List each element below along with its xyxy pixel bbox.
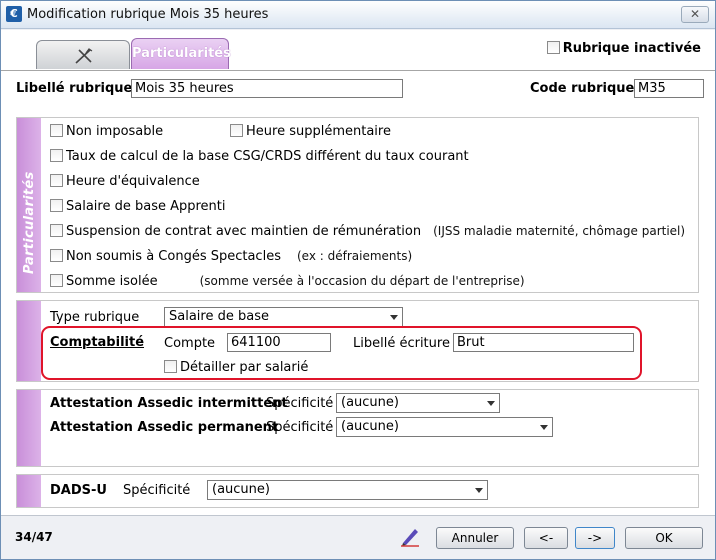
dads-value: (aucune) xyxy=(212,482,270,497)
tab-general[interactable] xyxy=(36,40,130,69)
main-panel: Libellé rubrique Mois 35 heures Code rub… xyxy=(1,70,715,515)
pencil-icon[interactable] xyxy=(399,525,421,547)
checkbox-note: (ex : défraiements) xyxy=(296,249,413,263)
chevron-down-icon xyxy=(487,401,495,406)
previous-button[interactable]: <- xyxy=(524,527,568,549)
checkbox-box[interactable] xyxy=(50,274,63,287)
checkbox-box[interactable] xyxy=(50,124,63,137)
suspension-contrat-checkbox[interactable]: Suspension de contrat avec maintien de r… xyxy=(50,224,685,239)
dialog-window: € Modification rubrique Mois 35 heures ✕… xyxy=(0,0,716,560)
assedic-intermittent-specificite-label: Spécificité xyxy=(266,396,334,411)
chevron-down-icon xyxy=(475,488,483,493)
pen-tools-icon xyxy=(75,48,93,64)
ok-button[interactable]: OK xyxy=(625,527,703,549)
comptabilite-highlight xyxy=(41,326,642,380)
dads-specificite-label: Spécificité xyxy=(123,483,191,498)
checkbox-label: Heure d'équivalence xyxy=(66,174,200,189)
assedic-permanent-specificite-label: Spécificité xyxy=(266,420,334,435)
assedic-intermittent-select[interactable]: (aucune) xyxy=(336,393,500,413)
non-soumis-conges-checkbox[interactable]: Non soumis à Congés Spectacles (ex : défr… xyxy=(50,249,412,264)
window-title: Modification rubrique Mois 35 heures xyxy=(27,7,269,22)
checkbox-box[interactable] xyxy=(50,224,63,237)
checkbox-label: Suspension de contrat avec maintien de r… xyxy=(66,224,422,239)
tab-particularites[interactable]: Particularités xyxy=(131,38,231,69)
checkbox-label: Somme isolée xyxy=(66,274,158,289)
particularites-section: Particularités Non imposable Heure suppl… xyxy=(16,117,699,293)
section-side-stripe xyxy=(17,475,41,507)
close-button[interactable]: ✕ xyxy=(681,6,709,23)
section-side-stripe xyxy=(17,301,41,381)
checkbox-box[interactable] xyxy=(50,199,63,212)
dads-select[interactable]: (aucune) xyxy=(207,480,488,500)
assedic-permanent-value: (aucune) xyxy=(341,419,399,434)
type-rubrique-label: Type rubrique xyxy=(50,310,140,325)
heure-supplementaire-checkbox[interactable]: Heure supplémentaire xyxy=(230,124,391,139)
title-bar: € Modification rubrique Mois 35 heures ✕ xyxy=(1,1,715,29)
particularites-side-stripe: Particularités xyxy=(17,118,41,292)
rubrique-inactivee-checkbox[interactable]: Rubrique inactivée xyxy=(546,41,701,56)
assedic-intermittent-label: Attestation Assedic intermittent xyxy=(50,396,288,411)
checkbox-box[interactable] xyxy=(50,174,63,187)
rubrique-inactivee-label: Rubrique inactivée xyxy=(562,41,701,56)
checkbox-note: (somme versée à l'occasion du départ de … xyxy=(199,274,525,288)
heure-equivalence-checkbox[interactable]: Heure d'équivalence xyxy=(50,174,200,189)
tab-bar: Particularités Rubrique inactivée xyxy=(1,30,715,70)
libelle-rubrique-input[interactable]: Mois 35 heures xyxy=(131,79,403,98)
somme-isolee-checkbox[interactable]: Somme isolée (somme versée à l'occasion d… xyxy=(50,274,525,289)
code-rubrique-input[interactable]: M35 xyxy=(634,79,704,98)
checkbox-box[interactable] xyxy=(546,41,560,54)
salaire-apprenti-checkbox[interactable]: Salaire de base Apprenti xyxy=(50,199,226,214)
taux-csg-crds-checkbox[interactable]: Taux de calcul de la base CSG/CRDS diffé… xyxy=(50,149,469,164)
type-rubrique-value: Salaire de base xyxy=(169,309,269,324)
record-counter: 34/47 xyxy=(15,530,53,544)
libelle-rubrique-label: Libellé rubrique xyxy=(16,81,133,96)
chevron-down-icon xyxy=(390,315,398,320)
dads-label: DADS-U xyxy=(50,483,107,498)
code-rubrique-label: Code rubrique xyxy=(530,81,635,96)
assedic-permanent-select[interactable]: (aucune) xyxy=(336,417,553,437)
checkbox-box[interactable] xyxy=(50,149,63,162)
checkbox-label: Salaire de base Apprenti xyxy=(66,199,226,214)
checkbox-label: Non soumis à Congés Spectacles xyxy=(66,249,281,264)
assedic-intermittent-value: (aucune) xyxy=(341,395,399,410)
checkbox-box[interactable] xyxy=(50,249,63,262)
app-icon: € xyxy=(6,6,22,22)
non-imposable-checkbox[interactable]: Non imposable xyxy=(50,124,163,139)
chevron-down-icon xyxy=(540,425,548,430)
annuler-button[interactable]: Annuler xyxy=(436,527,514,549)
checkbox-label: Heure supplémentaire xyxy=(246,124,391,139)
assedic-permanent-label: Attestation Assedic permanent xyxy=(50,420,279,435)
section-side-stripe xyxy=(17,390,41,466)
particularites-side-label: Particularités xyxy=(22,171,37,274)
type-rubrique-select[interactable]: Salaire de base xyxy=(164,307,403,327)
checkbox-box[interactable] xyxy=(230,124,243,137)
checkbox-label: Taux de calcul de la base CSG/CRDS diffé… xyxy=(66,149,469,164)
next-button[interactable]: -> xyxy=(575,527,615,549)
checkbox-note: (IJSS maladie maternité, chômage partiel… xyxy=(433,224,686,238)
checkbox-label: Non imposable xyxy=(66,124,164,139)
footer-bar: 34/47 Annuler <- -> OK xyxy=(1,515,715,559)
